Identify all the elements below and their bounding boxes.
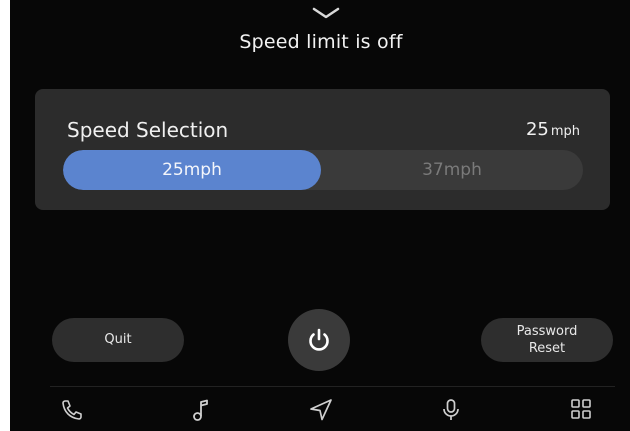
microphone-icon[interactable] xyxy=(440,398,462,424)
apps-grid-icon[interactable] xyxy=(570,398,592,420)
phone-icon[interactable] xyxy=(60,398,84,422)
power-icon xyxy=(309,328,329,351)
password-reset-button[interactable]: Password Reset xyxy=(481,318,613,362)
current-speed-value: 25 mph xyxy=(526,119,580,140)
speed-option-25mph[interactable]: 25mph xyxy=(63,150,321,190)
current-speed-unit: mph xyxy=(550,124,580,139)
speed-selection-card: Speed Selection 25 mph 25mph 37mph xyxy=(35,89,610,210)
speed-selection-title: Speed Selection xyxy=(67,118,229,142)
app-screen: Speed limit is off Speed Selection 25 mph… xyxy=(10,0,630,431)
navigation-icon[interactable] xyxy=(308,398,334,422)
music-icon[interactable] xyxy=(190,398,212,422)
power-button[interactable] xyxy=(288,309,350,371)
speed-option-37mph[interactable]: 37mph xyxy=(321,150,583,190)
chevron-down-icon[interactable] xyxy=(310,6,342,20)
current-speed-number: 25 xyxy=(525,119,549,140)
speed-segmented-control: 25mph 37mph xyxy=(63,150,583,190)
nav-divider xyxy=(50,386,615,387)
password-reset-label-line1: Password xyxy=(516,324,578,339)
speed-limit-status: Speed limit is off xyxy=(239,31,403,53)
password-reset-label-line2: Reset xyxy=(528,341,566,356)
quit-button[interactable]: Quit xyxy=(52,318,184,362)
